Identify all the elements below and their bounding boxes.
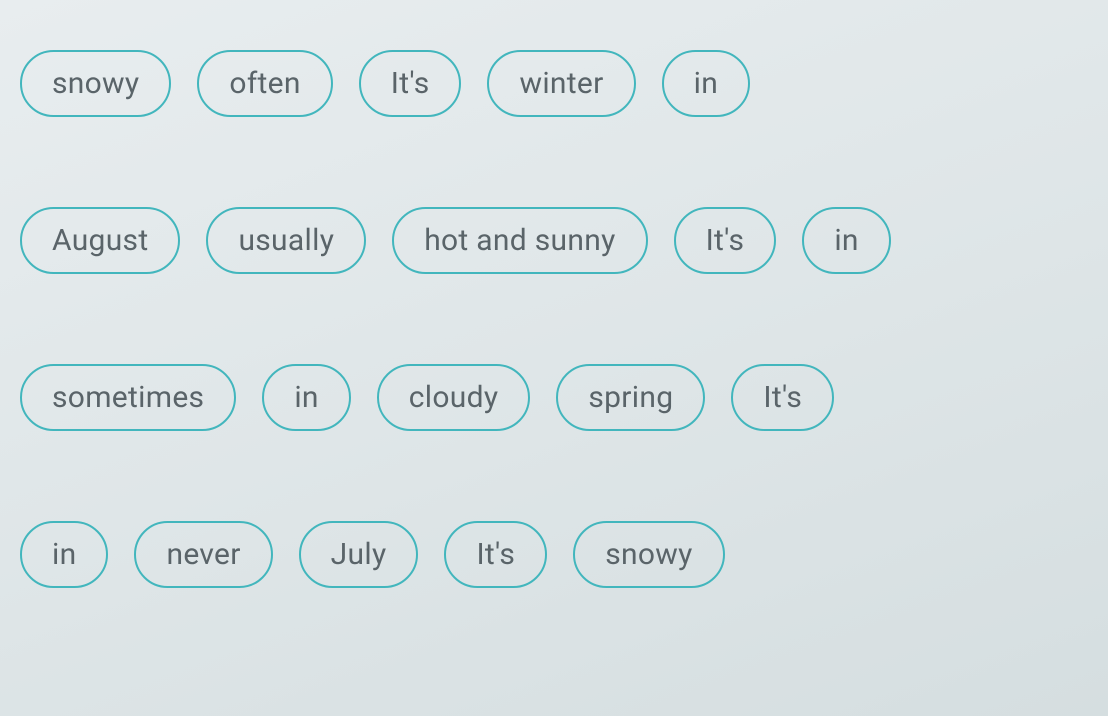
word-chip[interactable]: in [662,50,750,117]
word-chip[interactable]: in [20,521,108,588]
word-chip[interactable]: often [197,50,332,117]
word-chip[interactable]: cloudy [377,364,531,431]
word-rows-container: snowy often It's winter in August usuall… [20,50,1088,588]
word-chip[interactable]: in [262,364,350,431]
word-chip[interactable]: It's [731,364,834,431]
word-chip[interactable]: winter [487,50,635,117]
word-chip[interactable]: never [134,521,272,588]
word-chip[interactable]: snowy [20,50,171,117]
word-chip[interactable]: in [802,207,890,274]
word-chip[interactable]: It's [444,521,547,588]
word-chip[interactable]: usually [206,207,366,274]
word-row: snowy often It's winter in [20,50,1088,117]
word-chip[interactable]: It's [674,207,777,274]
word-chip[interactable]: spring [556,364,705,431]
word-row: in never July It's snowy [20,521,1088,588]
word-chip[interactable]: sometimes [20,364,236,431]
word-chip[interactable]: August [20,207,180,274]
word-chip[interactable]: hot and sunny [392,207,647,274]
word-row: August usually hot and sunny It's in [20,207,1088,274]
word-row: sometimes in cloudy spring It's [20,364,1088,431]
word-chip[interactable]: It's [359,50,462,117]
word-chip[interactable]: snowy [573,521,724,588]
word-chip[interactable]: July [299,521,419,588]
